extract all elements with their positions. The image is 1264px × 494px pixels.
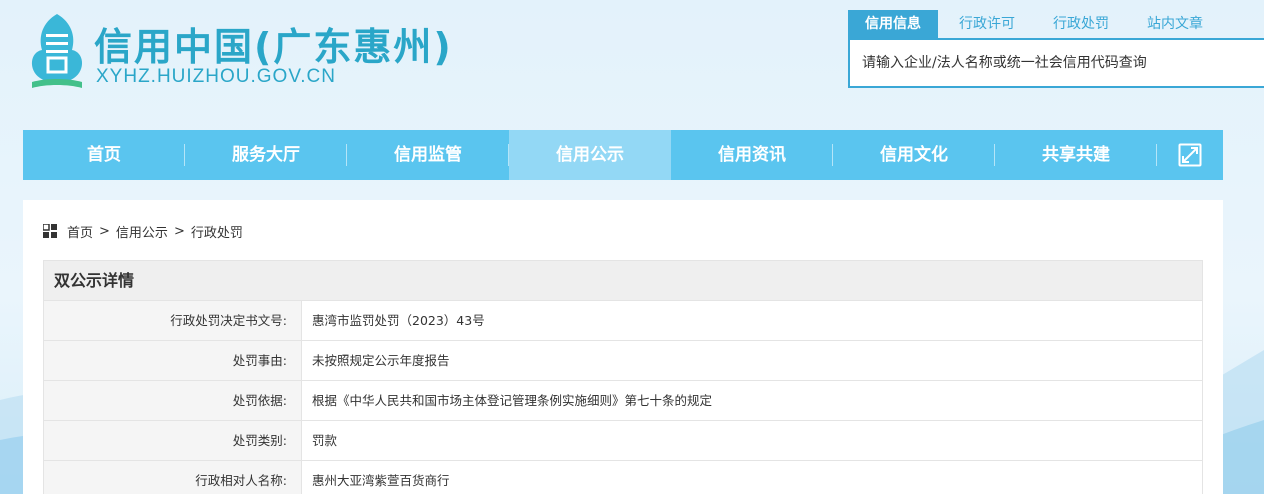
main-nav: 首页 服务大厅 信用监管 信用公示 信用资讯 信用文化 共享共建 bbox=[23, 130, 1223, 180]
expand-icon bbox=[1178, 143, 1202, 167]
grid-icon bbox=[43, 224, 57, 238]
search-tab-admin-penalty[interactable]: 行政处罚 bbox=[1036, 10, 1126, 38]
expand-button[interactable] bbox=[1157, 130, 1223, 180]
breadcrumb-separator: > bbox=[173, 223, 185, 239]
search-tabs: 信用信息 行政许可 行政处罚 站内文章 bbox=[848, 10, 1224, 38]
table-row: 行政相对人名称: 惠州大亚湾紫萱百货商行 bbox=[44, 461, 1202, 494]
nav-item-credit-culture[interactable]: 信用文化 bbox=[833, 130, 995, 180]
breadcrumb-separator: > bbox=[99, 223, 110, 239]
row-value: 惠湾市监罚处罚（2023）43号 bbox=[312, 313, 485, 328]
table-row: 处罚依据: 根据《中华人民共和国市场主体登记管理条例实施细则》第七十条的规定 bbox=[44, 381, 1202, 421]
detail-table: 双公示详情 行政处罚决定书文号: 惠湾市监罚处罚（2023）43号 处罚事由: … bbox=[43, 260, 1203, 494]
breadcrumb-home[interactable]: 首页 bbox=[67, 222, 93, 241]
logo-domain: XYHZ.HUIZHOU.GOV.CN bbox=[96, 66, 336, 87]
search-tab-site-articles[interactable]: 站内文章 bbox=[1130, 10, 1220, 38]
search-box bbox=[848, 38, 1264, 88]
row-label: 处罚依据: bbox=[44, 381, 302, 420]
table-row: 行政处罚决定书文号: 惠湾市监罚处罚（2023）43号 bbox=[44, 301, 1202, 341]
nav-item-service-hall[interactable]: 服务大厅 bbox=[185, 130, 347, 180]
detail-title: 双公示详情 bbox=[44, 261, 1202, 301]
nav-item-credit-publicity[interactable]: 信用公示 bbox=[509, 130, 671, 180]
nav-item-credit-news[interactable]: 信用资讯 bbox=[671, 130, 833, 180]
search-input[interactable] bbox=[850, 40, 1264, 86]
breadcrumb-admin-penalty[interactable]: 行政处罚 bbox=[191, 222, 243, 241]
row-value: 未按照规定公示年度报告 bbox=[312, 353, 450, 368]
row-label: 处罚类别: bbox=[44, 421, 302, 460]
search-tab-admin-license[interactable]: 行政许可 bbox=[942, 10, 1032, 38]
table-row: 处罚事由: 未按照规定公示年度报告 bbox=[44, 341, 1202, 381]
nav-item-home[interactable]: 首页 bbox=[23, 130, 185, 180]
logo-title: 信用中国(广东惠州) bbox=[94, 25, 453, 69]
row-label: 行政处罚决定书文号: bbox=[44, 301, 302, 340]
search-tab-credit-info[interactable]: 信用信息 bbox=[848, 10, 938, 38]
logo-emblem-icon bbox=[31, 14, 83, 88]
site-logo[interactable]: 信用中国(广东惠州) XYHZ.HUIZHOU.GOV.CN bbox=[26, 12, 451, 96]
row-value: 根据《中华人民共和国市场主体登记管理条例实施细则》第七十条的规定 bbox=[312, 393, 713, 408]
breadcrumb: 首页 > 信用公示 > 行政处罚 bbox=[43, 222, 243, 241]
nav-item-credit-supervision[interactable]: 信用监管 bbox=[347, 130, 509, 180]
row-value: 惠州大亚湾紫萱百货商行 bbox=[312, 473, 450, 488]
row-value: 罚款 bbox=[312, 433, 338, 448]
row-label: 行政相对人名称: bbox=[44, 461, 302, 494]
nav-item-shared-building[interactable]: 共享共建 bbox=[995, 130, 1157, 180]
content-panel: 首页 > 信用公示 > 行政处罚 双公示详情 行政处罚决定书文号: 惠湾市监罚处… bbox=[23, 200, 1223, 494]
row-label: 处罚事由: bbox=[44, 341, 302, 380]
table-row: 处罚类别: 罚款 bbox=[44, 421, 1202, 461]
breadcrumb-credit-publicity[interactable]: 信用公示 bbox=[116, 222, 168, 241]
